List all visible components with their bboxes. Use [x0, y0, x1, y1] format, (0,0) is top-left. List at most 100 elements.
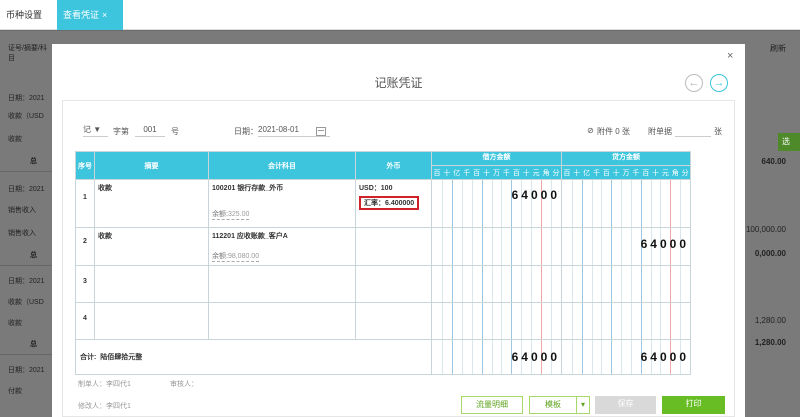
template-button[interactable]: 模板 [529, 396, 577, 414]
account-text: 100201 银行存款_外币 [212, 185, 284, 192]
table-row[interactable]: 3 [75, 265, 691, 303]
row-currency[interactable] [355, 265, 432, 303]
digit-unit: 分 [681, 170, 689, 177]
digit-gridline [611, 266, 613, 302]
digit-gridline [621, 340, 623, 374]
digit-gridline [621, 303, 623, 339]
digit-unit: 十 [573, 170, 581, 177]
digit-gridline [491, 266, 493, 302]
header-currency: 外币 [355, 151, 432, 180]
arrow-right-icon[interactable]: → [710, 74, 728, 92]
bg-text: 收款 [8, 320, 22, 327]
calendar-icon[interactable] [316, 127, 326, 136]
digit-gridline [451, 340, 453, 374]
digit-unit: 角 [671, 170, 679, 177]
refresh-button[interactable]: 刷新 [745, 43, 800, 54]
digit-unit: 百 [433, 170, 441, 177]
digit-gridline [611, 340, 613, 374]
chevron-down-icon[interactable]: ▾ [576, 396, 590, 414]
total-row: 合计: 陆佰肆拾元整 64000 64000 [75, 339, 691, 375]
digit-unit: 万 [492, 170, 500, 177]
digit-unit: 百 [602, 170, 610, 177]
digit-gridline [591, 228, 593, 265]
digit-gridline [471, 180, 473, 227]
digit-gridline [471, 228, 473, 265]
credit-cell[interactable] [561, 179, 691, 228]
total-label: 合计: [80, 354, 97, 361]
digit-gridline [611, 180, 613, 227]
bg-text: 收款（USD [8, 113, 44, 120]
voucher-table: 序号 摘要 会计科目 外币 借方金额 贷方金额 百十亿千百十万千百十元角分 百十… [75, 151, 691, 375]
bg-text: 日期：2021 [8, 95, 45, 102]
table-row[interactable]: 2 收款 112201 应收账款_客户A 余额:98,080.00 64000 [75, 227, 691, 266]
digit-unit: 百 [473, 170, 481, 177]
digit-gridline [601, 180, 603, 227]
total-debit: 64000 [511, 350, 560, 364]
row-currency[interactable] [355, 302, 432, 340]
row-currency[interactable] [355, 227, 432, 266]
close-icon[interactable]: × [102, 10, 107, 20]
voucher-number-input[interactable]: 001 [135, 123, 165, 137]
row-account[interactable]: 112201 应收账款_客户A 余额:98,080.00 [208, 227, 356, 266]
row-summary[interactable] [94, 302, 209, 340]
digit-gridline [630, 228, 632, 265]
row-account[interactable] [208, 302, 356, 340]
arrow-left-icon[interactable]: ← [685, 74, 703, 92]
print-button[interactable]: 打印 [662, 396, 725, 414]
digit-gridline [571, 303, 573, 339]
modal-title: 记账凭证 [374, 76, 423, 90]
row-summary[interactable]: 收款 [94, 179, 209, 228]
table-row[interactable]: 1 收款 100201 银行存款_外币 余额:325.00 USD：100 汇率… [75, 179, 691, 228]
digit-unit: 百 [642, 170, 650, 177]
side-tab[interactable]: 选 [778, 133, 800, 151]
debit-digit-units: 百十亿千百十万千百十元角分 [431, 165, 562, 180]
chevron-down-icon: ▼ [93, 125, 102, 134]
debit-cell[interactable] [431, 265, 562, 303]
digit-gridline [511, 266, 513, 302]
save-button[interactable]: 保存 [595, 396, 656, 414]
digit-gridline [571, 180, 573, 227]
digit-gridline [551, 266, 553, 302]
credit-cell[interactable] [561, 302, 691, 340]
row-summary[interactable]: 收款 [94, 227, 209, 266]
credit-cell[interactable] [561, 265, 691, 303]
bg-value: 1,280.00 [754, 316, 786, 325]
debit-cell[interactable] [431, 302, 562, 340]
tab-view-voucher[interactable]: 查看凭证 × [57, 0, 123, 30]
row-account[interactable]: 100201 银行存款_外币 余额:325.00 [208, 179, 356, 228]
maker: 制单人：李四代1 [78, 381, 131, 388]
digit-gridline [441, 340, 443, 374]
debit-cell[interactable]: 64000 [431, 179, 562, 228]
digit-gridline [451, 180, 453, 227]
exchange-rate: 汇率：6.400000 [359, 196, 420, 210]
digit-gridline [491, 180, 493, 227]
total-credit-cell: 64000 [561, 339, 691, 375]
tab-currency-settings[interactable]: 币种设置× [0, 0, 56, 50]
total-label-cell: 合计: 陆佰肆拾元整 [75, 339, 432, 375]
bg-text: 付款 [8, 388, 22, 395]
digit-gridline [571, 266, 573, 302]
digit-gridline [481, 266, 483, 302]
attachment-docs-input[interactable] [675, 123, 711, 137]
row-currency[interactable]: USD：100 汇率：6.400000 [355, 179, 432, 228]
digit-gridline [680, 303, 682, 339]
debit-cell[interactable] [431, 227, 562, 266]
tab-label: 币种设置 [6, 10, 43, 20]
paperclip-icon: ⊘ [587, 126, 594, 135]
digit-gridline [571, 228, 573, 265]
digit-unit: 百 [563, 170, 571, 177]
row-account[interactable] [208, 265, 356, 303]
header-debit: 借方金额 [431, 151, 562, 166]
digit-gridline [541, 266, 543, 302]
row-summary[interactable] [94, 265, 209, 303]
cashflow-detail-button[interactable]: 流量明细 [461, 396, 523, 414]
credit-cell[interactable]: 64000 [561, 227, 691, 266]
digit-gridline [531, 228, 533, 265]
table-row[interactable]: 4 [75, 302, 691, 340]
account-balance: 余额:325.00 [212, 209, 250, 220]
voucher-word-select[interactable]: 记 ▼ [83, 123, 108, 137]
close-icon[interactable]: × [727, 50, 733, 62]
digit-gridline [581, 340, 583, 374]
digit-gridline [481, 228, 483, 265]
attachment-count[interactable]: 附件 0 张 [597, 126, 630, 137]
